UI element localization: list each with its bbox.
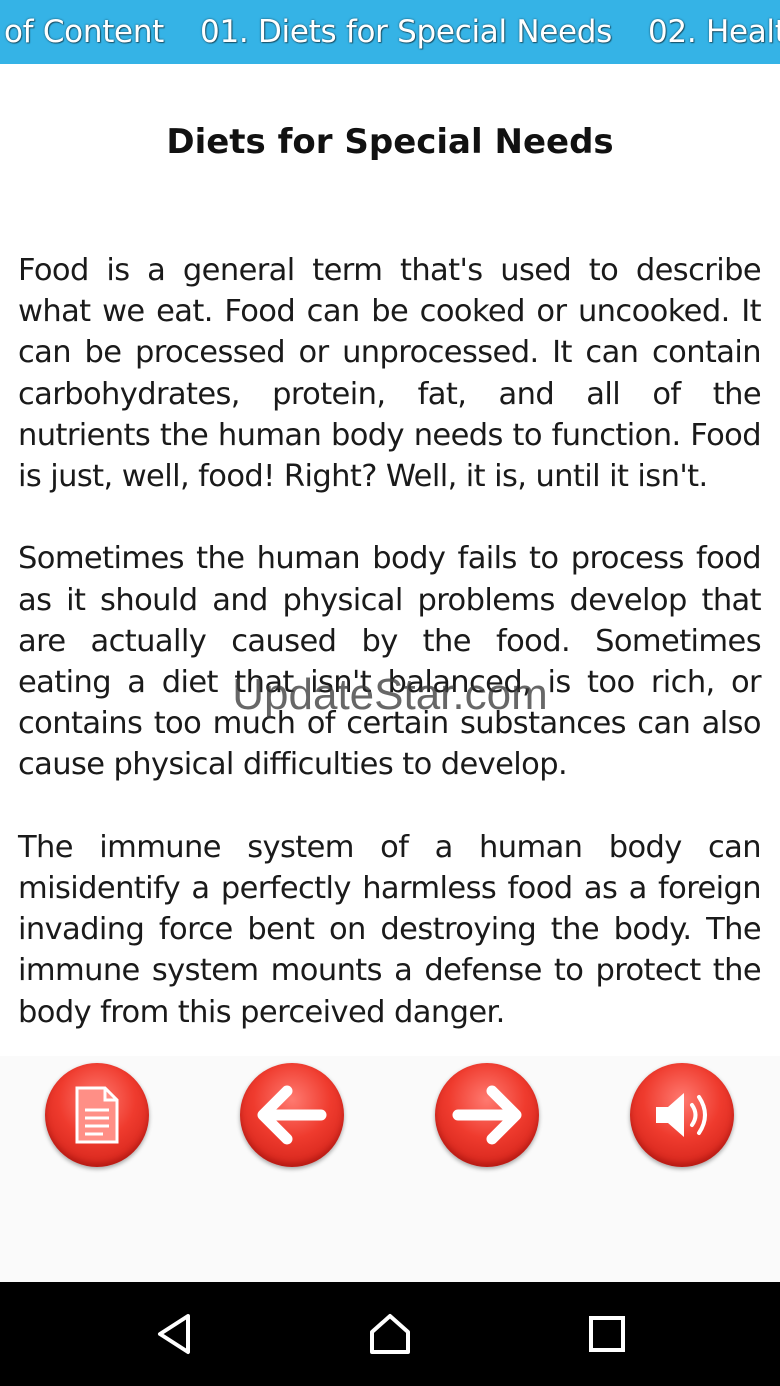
arrow-left-icon — [257, 1085, 327, 1145]
home-button[interactable] — [368, 1312, 412, 1356]
article-body: Food is a general term that's used to de… — [18, 250, 762, 1056]
previous-button[interactable] — [240, 1063, 344, 1167]
speaker-icon — [656, 1093, 707, 1137]
recents-square-icon — [589, 1316, 625, 1352]
chapter-tab-bar: of Content 01. Diets for Special Needs 0… — [0, 0, 780, 64]
next-button[interactable] — [435, 1063, 539, 1167]
reading-pane[interactable]: Diets for Special Needs Food is a genera… — [0, 64, 780, 1056]
home-icon — [370, 1314, 410, 1354]
back-button[interactable] — [152, 1312, 196, 1356]
recents-button[interactable] — [585, 1312, 629, 1356]
read-aloud-button[interactable] — [630, 1063, 734, 1167]
article-paragraph: Sometimes the human body fails to proces… — [18, 541, 762, 783]
page-title: Diets for Special Needs — [166, 122, 614, 162]
back-triangle-icon — [158, 1314, 190, 1354]
tab-diets-for-special-needs[interactable]: 01. Diets for Special Needs — [182, 0, 630, 64]
arrow-right-icon — [452, 1085, 522, 1145]
system-navigation-bar — [0, 1282, 780, 1386]
document-icon — [75, 1086, 119, 1144]
tab-table-of-content[interactable]: of Content — [0, 0, 182, 64]
bottom-toolbar — [0, 1056, 780, 1282]
article-paragraph: Food is a general term that's used to de… — [18, 253, 762, 495]
article-paragraph: The immune system of a human body can mi… — [18, 829, 762, 1030]
tab-health[interactable]: 02. Health — [630, 0, 780, 64]
table-of-contents-button[interactable] — [45, 1063, 149, 1167]
chapter-tabs: of Content 01. Diets for Special Needs 0… — [0, 0, 780, 64]
